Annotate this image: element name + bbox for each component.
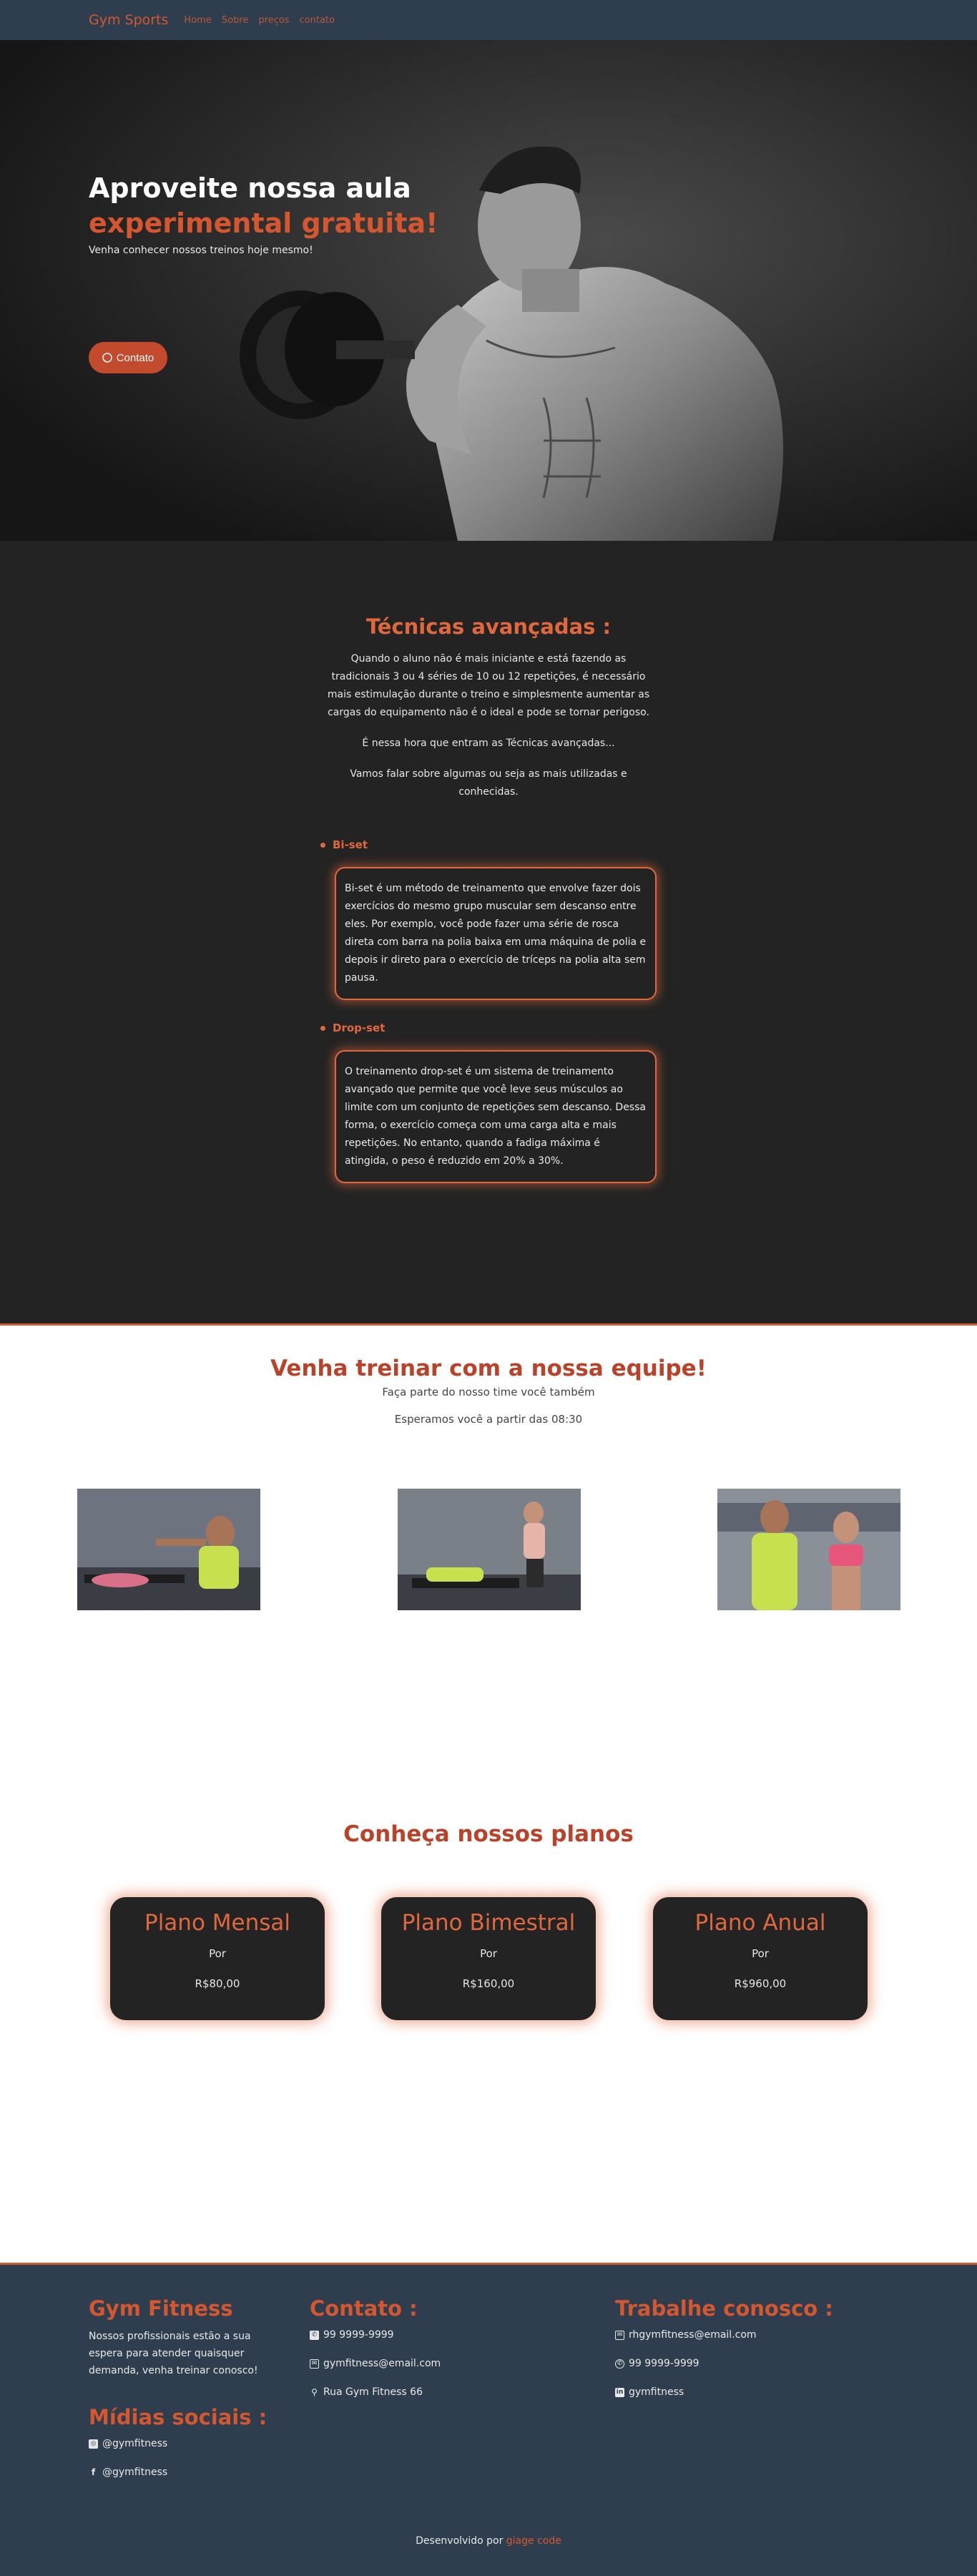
techniques-title: Técnicas avançadas : xyxy=(365,614,612,639)
instagram-icon: ◎ xyxy=(89,2439,98,2449)
nav-link-sobre[interactable]: Sobre xyxy=(222,15,249,26)
plan-price: R$160,00 xyxy=(462,1977,515,1990)
techniques-paragraph: É nessa hora que entram as Técnicas avan… xyxy=(362,738,615,749)
whatsapp-icon xyxy=(102,353,112,363)
team-photos xyxy=(0,1489,977,1617)
contact-button[interactable]: Contato xyxy=(89,342,167,373)
hero-title-line2: experimental gratuita! xyxy=(89,207,438,239)
technique-card: O treinamento drop-set é um sistema de t… xyxy=(335,1050,657,1183)
footer-work-title: Trabalhe conosco : xyxy=(615,2296,833,2321)
whatsapp-icon: ✆ xyxy=(615,2359,624,2369)
email-line[interactable]: ✉ gymfitness@email.com xyxy=(310,2356,441,2371)
footer-contact-column: Contato : ✆ 99 9999-9999 ✉ gymfitness@emai… xyxy=(310,2296,441,2414)
contact-button-label: Contato xyxy=(116,351,154,364)
plan-name: Plano Bimestral xyxy=(401,1910,576,1936)
facebook-icon: f xyxy=(91,2467,96,2477)
instagram-link[interactable]: ◎ @gymfitness xyxy=(89,2437,267,2451)
footer-social-title: Mídias sociais : xyxy=(89,2405,267,2429)
work-email-line[interactable]: ✉ rhgymfitness@email.com xyxy=(615,2328,833,2342)
linkedin-icon: in xyxy=(615,2387,624,2397)
technique-card: Bi-set é um método de treinamento que en… xyxy=(335,867,657,1000)
work-linkedin-handle: gymfitness xyxy=(629,2386,684,2398)
plan-por: Por xyxy=(480,1947,497,1960)
address-line: ⚲ Rua Gym Fitness 66 xyxy=(310,2385,441,2399)
plan-card-annual[interactable]: Plano Anual Por R$960,00 xyxy=(653,1897,868,2020)
work-linkedin-line[interactable]: in gymfitness xyxy=(615,2385,833,2399)
hero-section: Aproveite nossa aula experimental gratui… xyxy=(0,40,977,541)
credits-link[interactable]: giage code xyxy=(506,2535,561,2547)
team-line1: Faça parte do nosso time você também xyxy=(382,1386,595,1399)
phone-line: ✆ 99 9999-9999 xyxy=(310,2328,441,2342)
instagram-handle: @gymfitness xyxy=(102,2438,168,2449)
footer-brand-text: Nossos profissionais estão a sua espera … xyxy=(89,2331,258,2376)
nav-link-contato[interactable]: contato xyxy=(300,15,335,26)
hero-title-line1: Aproveite nossa aula xyxy=(89,172,411,204)
footer: Gym Fitness Nossos profissionais estão a… xyxy=(0,2263,977,2576)
hero-athlete-image xyxy=(0,40,977,541)
technique-item-dropset: Drop-set O treinamento drop-set é um sis… xyxy=(320,1022,657,1183)
plans-row: Plano Mensal Por R$80,00 Plano Bimestral… xyxy=(0,1897,977,2040)
brand-link[interactable]: Gym Sports xyxy=(89,12,168,28)
hero-subtitle: Venha conhecer nossos treinos hoje mesmo… xyxy=(89,245,313,256)
hero-text: Aproveite nossa aula experimental gratui… xyxy=(89,170,438,256)
navbar: Gym Sports Home Sobre preços contato xyxy=(0,0,977,40)
footer-brand-title: Gym Fitness xyxy=(89,2296,233,2321)
work-whatsapp-number: 99 9999-9999 xyxy=(629,2358,699,2369)
envelope-icon: ✉ xyxy=(615,2330,624,2340)
team-photo-2 xyxy=(398,1489,581,1610)
email-address: gymfitness@email.com xyxy=(323,2358,441,2369)
credits-prefix: Desenvolvido por xyxy=(416,2535,504,2547)
plan-por: Por xyxy=(209,1947,226,1960)
plan-price: R$960,00 xyxy=(734,1977,787,1990)
team-line2: Esperamos você a partir das 08:30 xyxy=(394,1413,583,1426)
nav-link-home[interactable]: Home xyxy=(184,15,211,26)
team-photo-3 xyxy=(717,1489,900,1610)
technique-item-biset: Bi-set Bi-set é um método de treinamento… xyxy=(320,838,657,1000)
phone-number: 99 9999-9999 xyxy=(323,2329,394,2341)
techniques-paragraph: Vamos falar sobre algumas ou seja as mai… xyxy=(350,768,627,798)
footer-contact-title: Contato : xyxy=(310,2296,418,2321)
map-pin-icon: ⚲ xyxy=(311,2387,318,2397)
bullet-icon xyxy=(320,842,325,848)
technique-label: Drop-set xyxy=(333,1022,386,1034)
plan-por: Por xyxy=(752,1947,769,1960)
plan-name: Plano Mensal xyxy=(144,1910,290,1936)
team-title: Venha treinar com a nossa equipe! xyxy=(270,1356,707,1381)
envelope-icon: ✉ xyxy=(310,2359,319,2369)
footer-work-column: Trabalhe conosco : ✉ rhgymfitness@email.c… xyxy=(615,2296,833,2414)
team-photo-1 xyxy=(77,1489,260,1610)
footer-brand-column: Gym Fitness Nossos profissionais estão a… xyxy=(89,2296,267,2494)
plan-name: Plano Anual xyxy=(694,1910,826,1936)
work-email-address: rhgymfitness@email.com xyxy=(629,2329,757,2341)
nav-link-precos[interactable]: preços xyxy=(258,15,289,26)
credits: Desenvolvido por giage code xyxy=(0,2535,977,2547)
bullet-icon xyxy=(320,1025,325,1031)
plan-card-monthly[interactable]: Plano Mensal Por R$80,00 xyxy=(110,1897,325,2020)
facebook-link[interactable]: f @gymfitness xyxy=(89,2465,267,2479)
plans-section: Conheça nossos planos Plano Mensal Por R… xyxy=(0,1821,977,2263)
plans-title: Conheça nossos planos xyxy=(343,1821,634,1847)
facebook-handle: @gymfitness xyxy=(102,2467,168,2478)
plan-price: R$80,00 xyxy=(195,1977,240,1990)
plan-card-bimonthly[interactable]: Plano Bimestral Por R$160,00 xyxy=(381,1897,596,2020)
techniques-section: Técnicas avançadas : Quando o aluno não … xyxy=(0,541,977,1326)
phone-icon: ✆ xyxy=(310,2330,319,2340)
techniques-paragraph: Quando o aluno não é mais iniciante e es… xyxy=(327,653,650,718)
technique-label: Bi-set xyxy=(333,838,368,851)
address-text: Rua Gym Fitness 66 xyxy=(323,2386,423,2398)
work-whatsapp-line[interactable]: ✆ 99 9999-9999 xyxy=(615,2356,833,2371)
team-section: Venha treinar com a nossa equipe! Faça p… xyxy=(0,1326,977,1821)
